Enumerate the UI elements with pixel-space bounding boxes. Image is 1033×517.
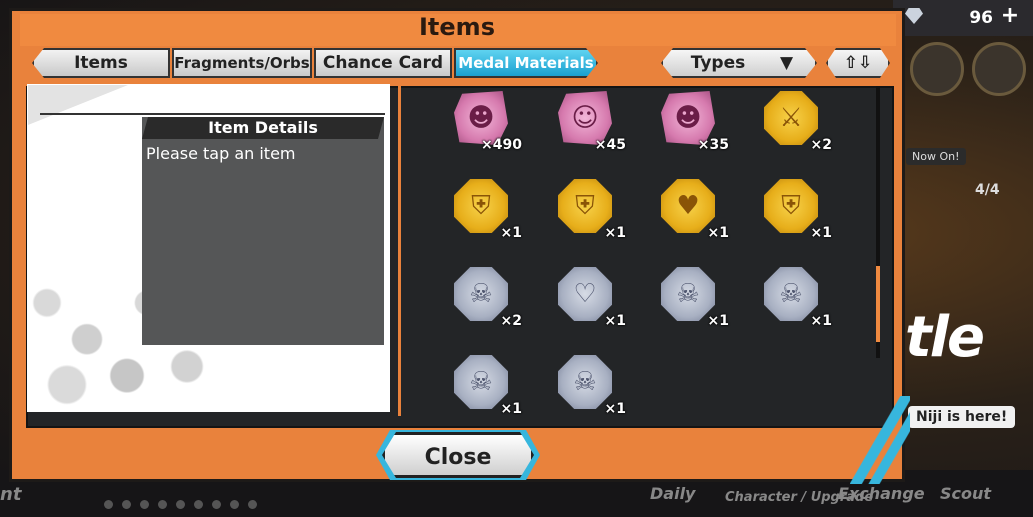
medal-item[interactable]: ♡ ×1 (554, 263, 626, 333)
item-count: ×1 (604, 401, 626, 417)
sort-arrows-icon: ⇧⇩ (843, 53, 873, 73)
currency-bar: 96 + (893, 0, 1033, 36)
panel-divider (398, 80, 401, 416)
nav-daily[interactable]: Daily (650, 484, 695, 503)
item-count: ×1 (707, 225, 729, 241)
item-count: ×1 (604, 225, 626, 241)
medal-item[interactable]: ⛨ ×1 (554, 175, 626, 245)
types-label: Types (690, 53, 746, 73)
medal-item[interactable]: ⚔ ×2 (760, 87, 832, 157)
item-count: ×1 (500, 225, 522, 241)
medal-item[interactable]: ☺ ×45 (554, 87, 626, 157)
scrollbar-thumb[interactable] (876, 266, 880, 342)
item-count: ×1 (500, 401, 522, 417)
sort-order-button[interactable]: ⇧⇩ (826, 48, 890, 78)
nav-exchange[interactable]: Exchange (838, 484, 925, 503)
now-on-badge: Now On! (906, 148, 966, 165)
tab-bar: Items Fragments/Orbs Chance Card Medal M… (32, 48, 600, 78)
medal-item[interactable]: ☠ ×1 (760, 263, 832, 333)
close-button[interactable]: Close (382, 432, 534, 478)
medal-item[interactable]: ☠ ×2 (450, 263, 522, 333)
gem-icon (905, 8, 923, 24)
tab-fragments-orbs[interactable]: Fragments/Orbs (172, 48, 312, 78)
medal-item[interactable]: ☠ ×1 (554, 351, 626, 421)
tab-chance-card[interactable]: Chance Card (314, 48, 452, 78)
divider-line (40, 113, 385, 115)
menu-button[interactable] (972, 42, 1026, 96)
modal-title: Items (419, 13, 495, 41)
medal-grid: ☻ ×490 ☺ ×45 ☻ ×35 ⚔ ×2 ⛨ ×1 ⛨ ×1 ♥ ×1 ⛨… (450, 87, 870, 417)
battle-banner-text: tle (905, 305, 985, 370)
item-count: ×35 (697, 137, 729, 153)
medal-item[interactable]: ☠ ×1 (657, 263, 729, 333)
add-gems-button[interactable]: + (999, 5, 1021, 27)
medal-item[interactable]: ☠ ×1 (450, 351, 522, 421)
gift-button[interactable] (910, 42, 964, 96)
left-nav-fragment: nt (0, 484, 22, 505)
tab-medal-materials[interactable]: Medal Materials (454, 48, 598, 78)
types-filter-dropdown[interactable]: Types ▼ (661, 48, 817, 78)
item-count: ×1 (604, 313, 626, 329)
medal-item[interactable]: ♥ ×1 (657, 175, 729, 245)
nav-scout[interactable]: Scout (940, 484, 991, 503)
item-count: ×1 (810, 313, 832, 329)
medal-item[interactable]: ☻ ×490 (450, 87, 522, 157)
page-indicator (104, 494, 266, 513)
item-count: ×1 (810, 225, 832, 241)
item-count: ×1 (707, 313, 729, 329)
item-count: ×2 (810, 137, 832, 153)
item-count: ×45 (594, 137, 626, 153)
ticket-count: 4/4 (975, 182, 1000, 198)
item-count: ×490 (481, 137, 522, 153)
gem-count: 96 (969, 8, 993, 28)
chevron-down-icon: ▼ (780, 53, 794, 73)
item-count: ×2 (500, 313, 522, 329)
corner-decoration (850, 396, 910, 484)
item-details-text: Please tap an item (146, 144, 296, 163)
niji-banner[interactable]: Niji is here! (908, 406, 1016, 428)
tab-items[interactable]: Items (32, 48, 170, 78)
item-details-header: Item Details (142, 117, 384, 139)
medal-item[interactable]: ⛨ ×1 (450, 175, 522, 245)
medal-item[interactable]: ⛨ ×1 (760, 175, 832, 245)
medal-item[interactable]: ☻ ×35 (657, 87, 729, 157)
